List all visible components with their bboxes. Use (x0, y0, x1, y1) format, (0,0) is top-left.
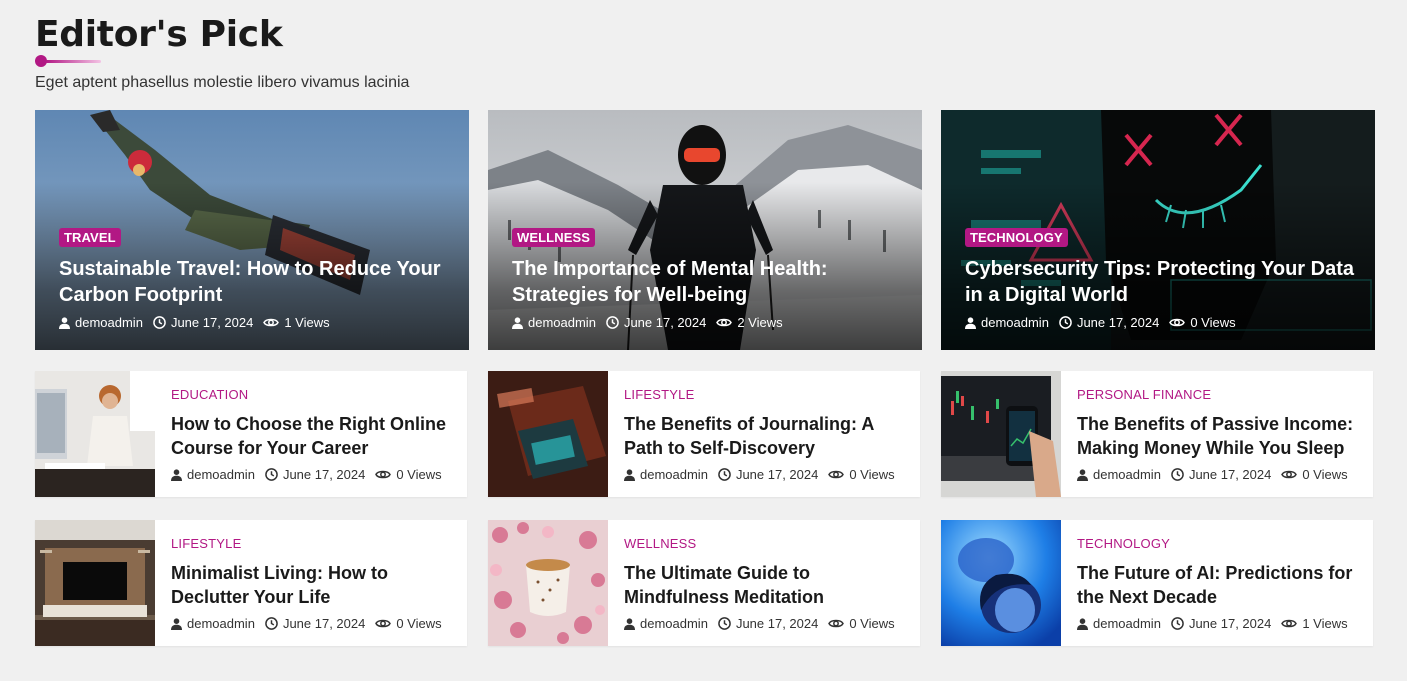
post-category[interactable]: TECHNOLOGY (1077, 536, 1170, 551)
post-author[interactable]: demoadmin (171, 467, 255, 482)
post-card-lifestyle-minimalist[interactable]: LIFESTYLE Minimalist Living: How to Decl… (35, 520, 467, 646)
post-author[interactable]: demoadmin (1077, 467, 1161, 482)
eye-icon (716, 318, 733, 327)
clock-icon (606, 316, 619, 329)
post-thumbnail[interactable] (488, 371, 608, 497)
post-views: 0 Views (1169, 315, 1236, 330)
clock-icon (153, 316, 166, 329)
clock-icon (265, 468, 278, 481)
post-category[interactable]: EDUCATION (171, 387, 248, 402)
post-date[interactable]: June 17, 2024 (1171, 467, 1271, 482)
eye-icon (828, 619, 845, 628)
clock-icon (265, 617, 278, 630)
post-date[interactable]: June 17, 2024 (718, 467, 818, 482)
clock-icon (1171, 468, 1184, 481)
post-meta: demoadmin June 17, 2024 0 Views (171, 616, 452, 631)
post-title[interactable]: Minimalist Living: How to Declutter Your… (171, 561, 456, 609)
post-author[interactable]: demoadmin (512, 315, 596, 330)
post-views: 1 Views (263, 315, 330, 330)
post-title[interactable]: How to Choose the Right Online Course fo… (171, 412, 456, 460)
post-thumbnail[interactable] (35, 520, 155, 646)
post-date[interactable]: June 17, 2024 (1171, 616, 1271, 631)
user-icon (171, 617, 182, 630)
user-icon (1077, 617, 1088, 630)
user-icon (512, 316, 523, 329)
post-author[interactable]: demoadmin (965, 315, 1049, 330)
eye-icon (828, 470, 845, 479)
post-author[interactable]: demoadmin (624, 467, 708, 482)
post-meta: demoadmin June 17, 2024 0 Views (171, 467, 452, 482)
post-views: 1 Views (1281, 616, 1348, 631)
user-icon (624, 617, 635, 630)
post-views: 0 Views (828, 616, 895, 631)
eye-icon (1169, 318, 1186, 327)
featured-post-travel[interactable]: TRAVEL Sustainable Travel: How to Reduce… (35, 110, 469, 350)
clock-icon (1171, 617, 1184, 630)
post-thumbnail[interactable] (941, 371, 1061, 497)
post-date[interactable]: June 17, 2024 (606, 315, 706, 330)
post-date[interactable]: June 17, 2024 (265, 467, 365, 482)
post-date[interactable]: June 17, 2024 (265, 616, 365, 631)
post-date[interactable]: June 17, 2024 (718, 616, 818, 631)
post-title[interactable]: The Benefits of Passive Income: Making M… (1077, 412, 1362, 460)
eye-icon (375, 470, 392, 479)
post-card-wellness-mindfulness[interactable]: WELLNESS The Ultimate Guide to Mindfulne… (488, 520, 920, 646)
post-title[interactable]: The Future of AI: Predictions for the Ne… (1077, 561, 1362, 609)
post-views: 0 Views (828, 467, 895, 482)
post-date[interactable]: June 17, 2024 (153, 315, 253, 330)
post-author[interactable]: demoadmin (171, 616, 255, 631)
post-thumbnail[interactable] (488, 520, 608, 646)
post-category[interactable]: LIFESTYLE (171, 536, 241, 551)
user-icon (59, 316, 70, 329)
post-card-lifestyle-journaling[interactable]: LIFESTYLE The Benefits of Journaling: A … (488, 371, 920, 497)
eye-icon (1281, 470, 1298, 479)
post-title[interactable]: The Ultimate Guide to Mindfulness Medita… (624, 561, 909, 609)
post-meta: demoadmin June 17, 2024 2 Views (512, 315, 793, 330)
post-views: 0 Views (375, 616, 442, 631)
category-badge[interactable]: WELLNESS (512, 228, 596, 247)
user-icon (171, 468, 182, 481)
post-meta: demoadmin June 17, 2024 0 Views (965, 315, 1246, 330)
post-views: 0 Views (375, 467, 442, 482)
post-title[interactable]: The Benefits of Journaling: A Path to Se… (624, 412, 909, 460)
section-title: Editor's Pick (35, 14, 283, 55)
featured-post-technology[interactable]: TECHNOLOGY Cybersecurity Tips: Protectin… (941, 110, 1375, 350)
eye-icon (263, 318, 280, 327)
post-thumbnail[interactable] (941, 520, 1061, 646)
post-card-education[interactable]: EDUCATION How to Choose the Right Online… (35, 371, 467, 497)
post-thumbnail[interactable] (35, 371, 155, 497)
eye-icon (1281, 619, 1298, 628)
post-views: 2 Views (716, 315, 783, 330)
post-meta: demoadmin June 17, 2024 0 Views (1077, 467, 1358, 482)
post-card-personal-finance[interactable]: PERSONAL FINANCE The Benefits of Passive… (941, 371, 1373, 497)
clock-icon (718, 617, 731, 630)
title-underline-decoration (35, 55, 101, 67)
post-meta: demoadmin June 17, 2024 1 Views (1077, 616, 1358, 631)
user-icon (965, 316, 976, 329)
category-badge[interactable]: TRAVEL (59, 228, 121, 247)
post-meta: demoadmin June 17, 2024 0 Views (624, 616, 905, 631)
post-title[interactable]: Cybersecurity Tips: Protecting Your Data… (965, 256, 1355, 308)
post-category[interactable]: PERSONAL FINANCE (1077, 387, 1211, 402)
post-author[interactable]: demoadmin (1077, 616, 1161, 631)
post-title[interactable]: Sustainable Travel: How to Reduce Your C… (59, 256, 449, 308)
category-badge[interactable]: TECHNOLOGY (965, 228, 1068, 247)
post-title[interactable]: The Importance of Mental Health: Strateg… (512, 256, 902, 308)
post-meta: demoadmin June 17, 2024 0 Views (624, 467, 905, 482)
post-category[interactable]: WELLNESS (624, 536, 696, 551)
featured-post-wellness[interactable]: WELLNESS The Importance of Mental Health… (488, 110, 922, 350)
post-date[interactable]: June 17, 2024 (1059, 315, 1159, 330)
post-card-technology-ai[interactable]: TECHNOLOGY The Future of AI: Predictions… (941, 520, 1373, 646)
section-subtitle: Eget aptent phasellus molestie libero vi… (35, 74, 410, 91)
post-category[interactable]: LIFESTYLE (624, 387, 694, 402)
post-views: 0 Views (1281, 467, 1348, 482)
clock-icon (1059, 316, 1072, 329)
user-icon (624, 468, 635, 481)
clock-icon (718, 468, 731, 481)
post-meta: demoadmin June 17, 2024 1 Views (59, 315, 340, 330)
eye-icon (375, 619, 392, 628)
user-icon (1077, 468, 1088, 481)
post-author[interactable]: demoadmin (624, 616, 708, 631)
post-author[interactable]: demoadmin (59, 315, 143, 330)
